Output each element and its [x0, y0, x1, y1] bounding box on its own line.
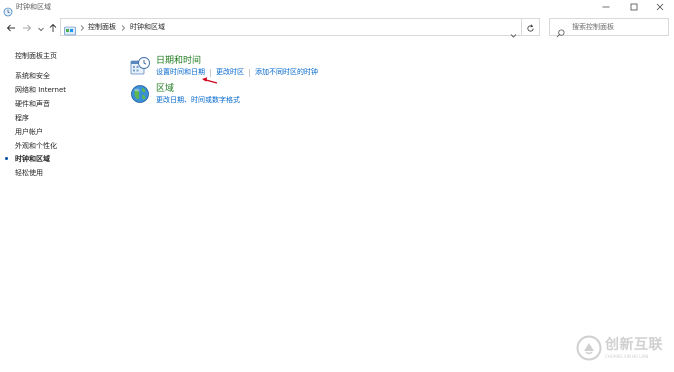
up-button[interactable]: [47, 21, 59, 33]
change-time-zone-link[interactable]: 更改时区: [216, 68, 244, 77]
control-panel-icon: [64, 22, 76, 36]
close-icon: [656, 3, 664, 11]
add-clocks-link[interactable]: 添加不同时区的时钟: [255, 68, 318, 77]
red-arrow-icon: [200, 70, 220, 84]
link-divider: [249, 68, 250, 77]
chevron-down-icon: [37, 18, 45, 37]
back-arrow-icon: [6, 18, 16, 37]
breadcrumb-control-panel[interactable]: 控制面板: [88, 23, 116, 32]
address-dropdown-icon[interactable]: [510, 24, 517, 38]
globe-icon[interactable]: [130, 84, 150, 104]
date-time-links: 设置时间和日期 更改时区 添加不同时区的时钟: [156, 68, 318, 77]
watermark-subtext: CHUANG XIN HU LIAN: [605, 354, 649, 359]
recent-locations-button[interactable]: [35, 21, 47, 33]
region-links: 更改日期、时间或数字格式: [156, 96, 240, 105]
search-input[interactable]: [572, 21, 666, 33]
sidebar-item-appearance[interactable]: 外观和个性化: [15, 142, 57, 151]
title-bar: 时钟和区域: [0, 0, 674, 17]
watermark-logo-icon: [576, 335, 602, 361]
region-heading[interactable]: 区域: [156, 84, 174, 95]
sidebar-item-hardware-sound[interactable]: 硬件和声音: [15, 100, 50, 109]
change-formats-link[interactable]: 更改日期、时间或数字格式: [156, 96, 240, 105]
forward-arrow-icon: [22, 18, 32, 37]
search-icon: [556, 23, 565, 38]
watermark: 创新互联 CHUANG XIN HU LIAN: [576, 331, 672, 367]
refresh-icon: [526, 18, 535, 37]
minimize-button[interactable]: [592, 0, 620, 14]
date-time-heading[interactable]: 日期和时间: [156, 56, 201, 67]
breadcrumb-separator-icon: [79, 23, 85, 32]
clock-calendar-icon[interactable]: [130, 56, 150, 76]
breadcrumb-separator-icon: [120, 23, 126, 32]
minimize-icon: [602, 3, 610, 11]
refresh-button[interactable]: [522, 18, 540, 36]
back-button[interactable]: [5, 21, 17, 33]
sidebar-item-user-accounts[interactable]: 用户帐户: [15, 128, 43, 137]
forward-button[interactable]: [21, 21, 33, 33]
window-title: 时钟和区域: [16, 3, 51, 11]
address-bar[interactable]: 控制面板 时钟和区域: [60, 18, 522, 38]
control-panel-icon: [3, 2, 13, 17]
search-box[interactable]: [549, 18, 669, 38]
up-arrow-icon: [48, 18, 58, 37]
set-time-date-link[interactable]: 设置时间和日期: [156, 68, 205, 77]
current-item-bullet: [5, 157, 8, 160]
sidebar-item-control-panel-home[interactable]: 控制面板主页: [15, 52, 57, 61]
sidebar-item-programs[interactable]: 程序: [15, 114, 29, 123]
close-button[interactable]: [646, 0, 674, 14]
watermark-text: 创新互联: [605, 337, 663, 353]
maximize-icon: [630, 3, 638, 11]
sidebar-item-system-security[interactable]: 系统和安全: [15, 72, 50, 81]
maximize-button[interactable]: [620, 0, 648, 14]
sidebar-item-network-internet[interactable]: 网络和 Internet: [15, 86, 66, 95]
address-row: 控制面板 时钟和区域: [0, 17, 674, 38]
sidebar-item-ease-of-access[interactable]: 轻松使用: [15, 169, 43, 178]
sidebar-item-clock-region[interactable]: 时钟和区域: [15, 155, 50, 164]
breadcrumb-clock-and-region[interactable]: 时钟和区域: [130, 23, 165, 32]
